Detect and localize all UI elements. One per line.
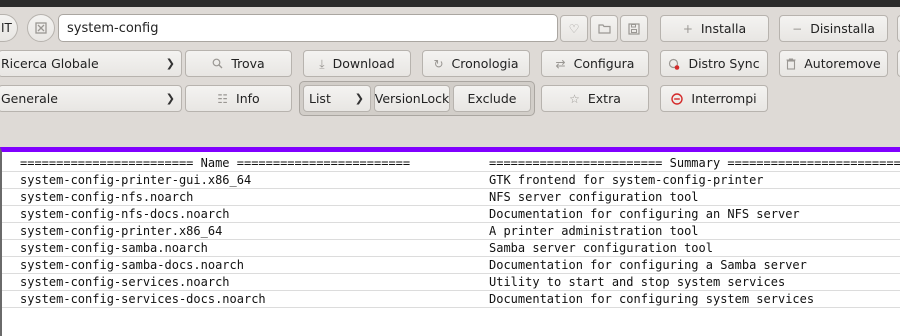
minus-icon: −: [792, 21, 803, 36]
extra-button[interactable]: ☆ Extra: [541, 85, 649, 112]
chevron-down-icon: ❯: [165, 57, 175, 70]
list-item[interactable]: system-config-printer-gui.x86_64 GTK fro…: [2, 172, 900, 189]
download-button[interactable]: ⤓ Download: [303, 50, 411, 77]
download-label: Download: [332, 56, 395, 71]
list-item[interactable]: system-config-services-docs.noarch Docum…: [2, 291, 900, 308]
package-summary: A printer administration tool: [489, 224, 699, 238]
search-input-value: system-config: [67, 20, 159, 36]
download-icon: ⤓: [319, 56, 325, 71]
heart-icon: ♡: [568, 21, 580, 36]
package-name: system-config-nfs-docs.noarch: [20, 207, 230, 221]
versionlock-button[interactable]: VersionLock: [374, 85, 450, 112]
distro-sync-button[interactable]: Distro Sync: [660, 50, 768, 77]
package-name: system-config-printer-gui.x86_64: [20, 173, 252, 187]
package-summary: NFS server configuration tool: [489, 190, 699, 204]
exclude-button[interactable]: Exclude: [453, 85, 531, 112]
interrupt-label: Interrompi: [691, 91, 757, 106]
uninstall-label: Disinstalla: [810, 21, 875, 36]
star-icon: ☆: [569, 91, 580, 106]
history-button[interactable]: ↻ Cronologia: [422, 50, 530, 77]
search-icon: [212, 58, 223, 69]
package-summary: Samba server configuration tool: [489, 241, 713, 255]
clear-button[interactable]: [27, 14, 55, 42]
language-button[interactable]: IT: [0, 14, 18, 42]
package-name: system-config-services.noarch: [20, 275, 230, 289]
configure-icon: ⇄: [555, 56, 566, 71]
info-label: Info: [236, 91, 260, 106]
folder-icon: [597, 23, 611, 34]
package-name: system-config-printer.x86_64: [20, 224, 223, 238]
summary-column-header: ======================== Summary =======…: [489, 156, 900, 170]
plus-icon: +: [682, 21, 693, 36]
package-summary: Documentation for configuring a Samba se…: [489, 258, 807, 272]
autoremove-button[interactable]: Autoremove: [779, 50, 888, 77]
clear-icon: [35, 22, 47, 34]
favorite-button[interactable]: ♡: [560, 15, 588, 42]
find-button[interactable]: Trova: [185, 50, 292, 77]
open-folder-button[interactable]: [590, 15, 618, 42]
list-item[interactable]: system-config-samba.noarch Samba server …: [2, 240, 900, 257]
history-label: Cronologia: [451, 56, 519, 71]
save-button[interactable]: [620, 15, 648, 42]
list-mode-value: List: [309, 91, 331, 106]
info-button[interactable]: ☷ Info: [185, 85, 292, 112]
history-icon: ↻: [433, 56, 444, 71]
trash-icon: [786, 57, 796, 70]
chevron-down-icon: ❯: [165, 92, 175, 105]
list-item[interactable]: system-config-printer.x86_64 A printer a…: [2, 223, 900, 240]
install-button[interactable]: + Installa: [660, 15, 769, 42]
configure-label: Configura: [573, 56, 635, 71]
results-pane[interactable]: ======================== Name ==========…: [0, 147, 900, 336]
extra-label: Extra: [587, 91, 621, 106]
stop-icon: [671, 92, 684, 105]
list-mode-select[interactable]: List ❯: [303, 85, 371, 112]
configure-button[interactable]: ⇄ Configura: [541, 50, 649, 77]
install-label: Installa: [700, 21, 747, 36]
filter-select[interactable]: Generale ❯: [0, 85, 182, 112]
list-item[interactable]: system-config-nfs-docs.noarch Documentat…: [2, 206, 900, 223]
list-item[interactable]: system-config-nfs.noarch NFS server conf…: [2, 189, 900, 206]
language-label: IT: [1, 21, 12, 35]
list-item[interactable]: system-config-services.noarch Utility to…: [2, 274, 900, 291]
results-header: ======================== Name ==========…: [2, 155, 900, 172]
uninstall-button[interactable]: − Disinstalla: [779, 15, 888, 42]
package-summary: Documentation for configuring an NFS ser…: [489, 207, 800, 221]
chevron-down-icon: ❯: [354, 92, 364, 105]
search-input[interactable]: system-config: [58, 14, 558, 42]
find-label: Trova: [231, 56, 265, 71]
package-name: system-config-nfs.noarch: [20, 190, 194, 204]
package-summary: Documentation for configuring system ser…: [489, 292, 815, 306]
distro-sync-label: Distro Sync: [688, 56, 760, 71]
search-scope-value: Ricerca Globale: [1, 56, 99, 71]
package-name: system-config-services-docs.noarch: [20, 292, 266, 306]
name-column-header: ======================== Name ==========…: [20, 156, 411, 170]
exclude-label: Exclude: [467, 91, 517, 106]
autoremove-label: Autoremove: [804, 56, 881, 71]
package-summary: Utility to start and stop system service…: [489, 275, 786, 289]
interrupt-button[interactable]: Interrompi: [660, 85, 768, 112]
package-summary: GTK frontend for system-config-printer: [489, 173, 764, 187]
versionlock-label: VersionLock: [374, 91, 450, 106]
info-icon: ☷: [217, 91, 229, 106]
filter-value: Generale: [1, 91, 58, 106]
save-icon: [628, 22, 640, 35]
window-top-bar: [0, 0, 900, 7]
distro-sync-icon: [668, 58, 680, 70]
package-name: system-config-samba.noarch: [20, 241, 208, 255]
package-name: system-config-samba-docs.noarch: [20, 258, 244, 272]
list-item[interactable]: system-config-samba-docs.noarch Document…: [2, 257, 900, 274]
search-scope-select[interactable]: Ricerca Globale ❯: [0, 50, 182, 77]
